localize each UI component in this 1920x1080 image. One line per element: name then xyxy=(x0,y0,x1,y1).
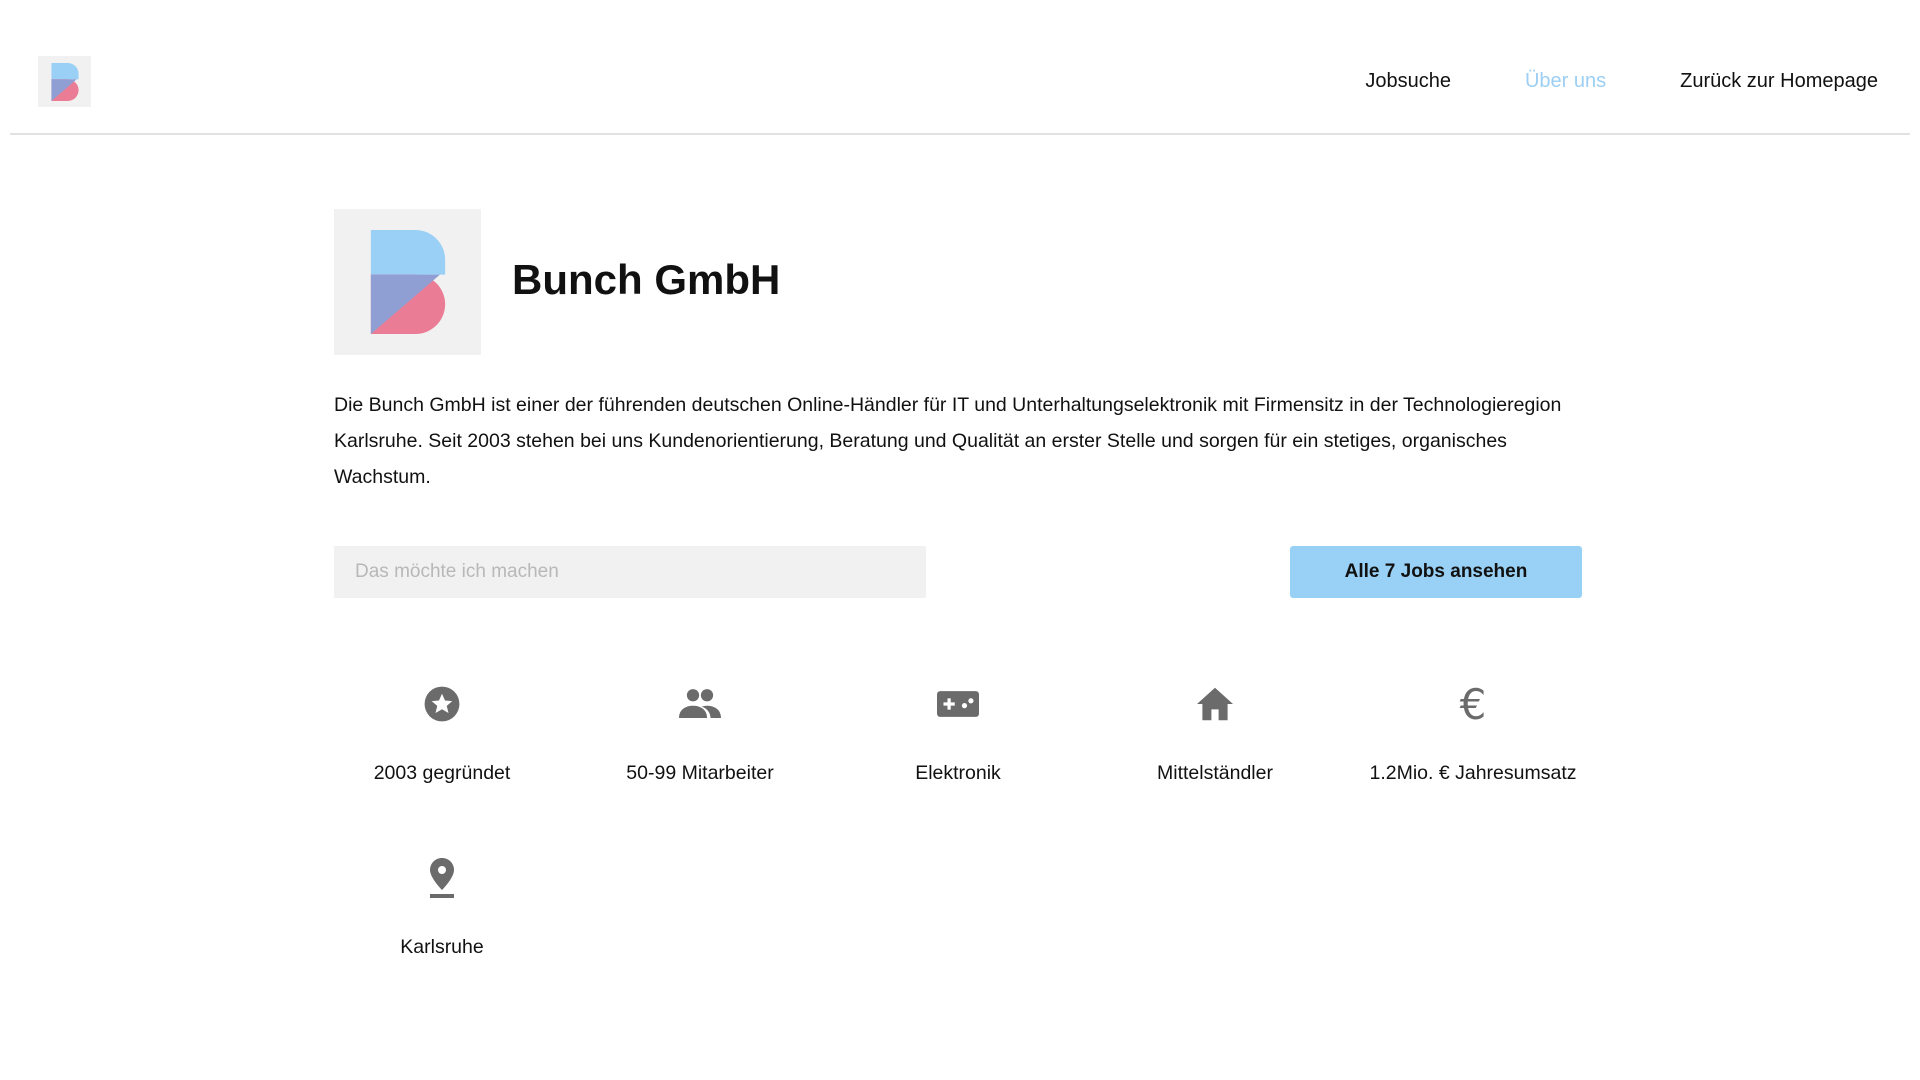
feature-label: Elektronik xyxy=(915,762,1001,784)
star-circle-icon xyxy=(313,684,571,724)
nav-ueber-uns[interactable]: Über uns xyxy=(1525,70,1606,93)
gamepad-icon xyxy=(829,684,1087,724)
bunch-logo-icon xyxy=(367,230,449,334)
nav-zurueck-homepage[interactable]: Zurück zur Homepage xyxy=(1680,70,1878,93)
euro-icon: € xyxy=(1459,679,1487,729)
feature-label: 50-99 Mitarbeiter xyxy=(626,762,774,784)
feature-company-size: Mittelständler xyxy=(1086,684,1344,785)
feature-industry: Elektronik xyxy=(829,684,1087,785)
home-icon xyxy=(1086,684,1344,724)
bunch-logo-icon xyxy=(50,63,80,101)
feature-revenue: € 1.2Mio. € Jahresumsatz xyxy=(1344,679,1602,785)
main-nav: Jobsuche Über uns Zurück zur Homepage xyxy=(1365,70,1878,93)
feature-location: Karlsruhe xyxy=(313,858,571,959)
feature-label: 2003 gegründet xyxy=(373,762,511,784)
feature-founded: 2003 gegründet xyxy=(313,684,571,785)
feature-label: 1.2Mio. € Jahresumsatz xyxy=(1369,762,1577,784)
company-name: Bunch GmbH xyxy=(512,256,781,303)
company-logo xyxy=(334,209,481,355)
feature-label: Karlsruhe xyxy=(400,936,484,958)
header-logo[interactable] xyxy=(38,56,91,107)
header: Jobsuche Über uns Zurück zur Homepage xyxy=(10,0,1910,135)
view-all-jobs-button[interactable]: Alle 7 Jobs ansehen xyxy=(1290,546,1582,598)
feature-label: Mittelständler xyxy=(1157,762,1273,784)
company-description: Die Bunch GmbH ist einer der führenden d… xyxy=(334,394,1562,488)
people-icon xyxy=(571,684,829,724)
feature-employees: 50-99 Mitarbeiter xyxy=(571,684,829,785)
location-pin-icon xyxy=(313,858,571,898)
nav-jobsuche[interactable]: Jobsuche xyxy=(1365,70,1451,93)
job-search-input[interactable] xyxy=(334,546,926,598)
